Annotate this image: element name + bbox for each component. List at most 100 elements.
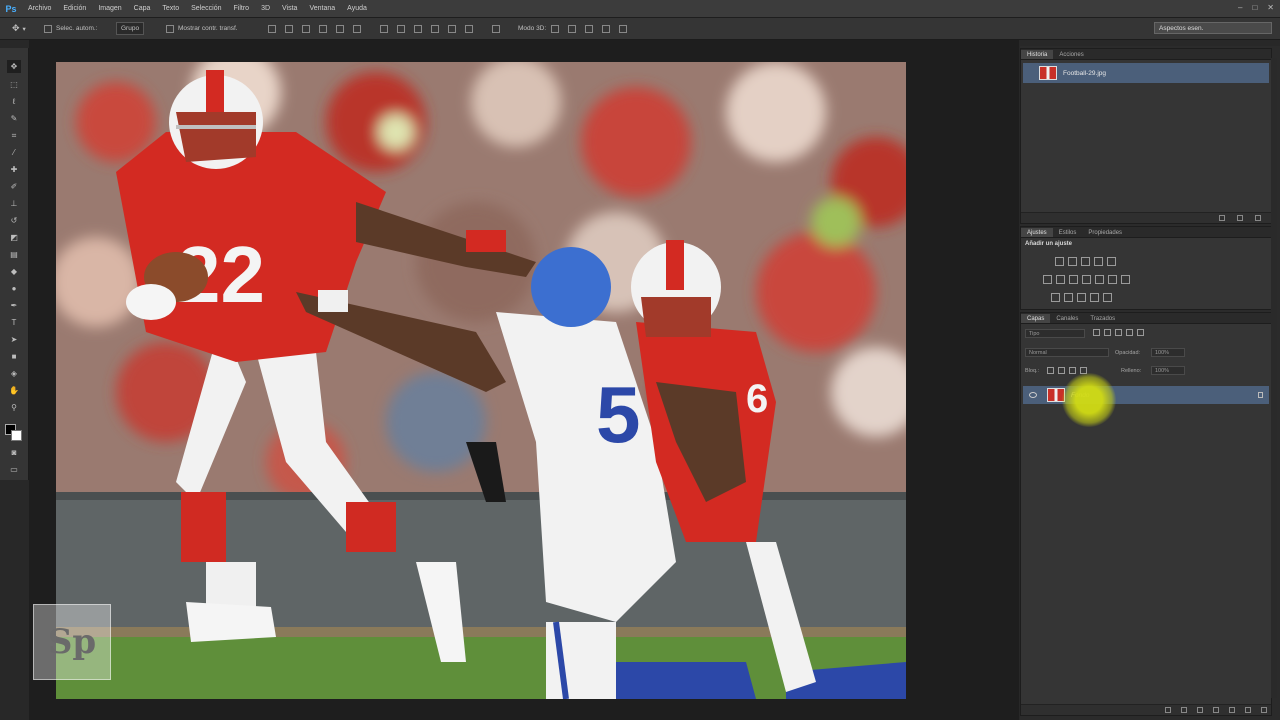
scale-3d-icon[interactable] (619, 24, 628, 33)
eraser-tool-icon[interactable]: ◩ (7, 231, 21, 244)
menu-ayuda[interactable]: Ayuda (341, 5, 373, 12)
curves-icon[interactable] (1081, 257, 1090, 266)
distribute-left-icon[interactable] (431, 24, 439, 33)
auto-select-option[interactable]: Selec. autom.: (44, 22, 98, 35)
tab-ajustes[interactable]: Ajustes (1021, 228, 1053, 237)
new-group-icon[interactable] (1229, 707, 1235, 713)
lock-position-icon[interactable] (1069, 367, 1076, 374)
lock-image-icon[interactable] (1058, 367, 1065, 374)
link-layers-icon[interactable] (1165, 707, 1171, 713)
align-top-icon[interactable] (268, 24, 276, 33)
blend-mode-dropdown[interactable]: Normal (1025, 348, 1109, 357)
levels-icon[interactable] (1068, 257, 1077, 266)
eyedropper-tool-icon[interactable]: ⁄ (7, 146, 21, 159)
screen-mode-icon[interactable]: ▭ (7, 463, 21, 476)
distribute-right-icon[interactable] (465, 24, 473, 33)
checkbox-icon[interactable] (166, 24, 174, 33)
tab-trazados[interactable]: Trazados (1084, 314, 1121, 323)
align-right-icon[interactable] (353, 24, 361, 33)
auto-select-dropdown[interactable]: Grupo (116, 22, 145, 35)
photo-filter-icon[interactable] (1082, 275, 1091, 284)
distribute-middle-icon[interactable] (397, 24, 405, 33)
layer-row-fondo[interactable]: Fondo (1023, 386, 1269, 404)
threshold-icon[interactable] (1077, 293, 1086, 302)
add-mask-icon[interactable] (1197, 707, 1203, 713)
layer-filter-dropdown[interactable]: Tipo (1025, 329, 1085, 338)
path-select-tool-icon[interactable]: ➤ (7, 333, 21, 346)
tab-canales[interactable]: Canales (1050, 314, 1084, 323)
move-tool-icon[interactable]: ✥ (7, 60, 21, 73)
hue-saturation-icon[interactable] (1043, 275, 1052, 284)
trash-icon[interactable] (1255, 215, 1261, 221)
background-color-swatch[interactable] (11, 430, 22, 441)
gradient-tool-icon[interactable]: ▤ (7, 248, 21, 261)
blur-tool-icon[interactable]: ◆ (7, 265, 21, 278)
history-brush-tool-icon[interactable]: ↺ (7, 214, 21, 227)
layer-style-icon[interactable] (1181, 707, 1187, 713)
quick-mask-icon[interactable]: ◙ (7, 446, 21, 459)
pen-tool-icon[interactable]: ✒ (7, 299, 21, 312)
dodge-tool-icon[interactable]: ● (7, 282, 21, 295)
crop-tool-icon[interactable]: ⌗ (7, 129, 21, 142)
new-snapshot-icon[interactable] (1237, 215, 1243, 221)
exposure-icon[interactable] (1094, 257, 1103, 266)
black-white-icon[interactable] (1069, 275, 1078, 284)
3d-tool-icon[interactable]: ◈ (7, 367, 21, 380)
show-transform-option[interactable]: Mostrar contr. transf. (166, 22, 238, 35)
menu-edicion[interactable]: Edición (57, 5, 92, 12)
menu-seleccion[interactable]: Selección (185, 5, 227, 12)
drag-3d-icon[interactable] (585, 24, 594, 33)
trash-icon[interactable] (1261, 707, 1267, 713)
auto-align-button[interactable] (492, 22, 504, 35)
tab-capas[interactable]: Capas (1021, 314, 1051, 323)
align-bottom-icon[interactable] (302, 24, 310, 33)
new-document-from-state-icon[interactable] (1219, 215, 1225, 221)
align-left-icon[interactable] (319, 24, 327, 33)
vibrance-icon[interactable] (1107, 257, 1116, 266)
eye-icon[interactable] (1029, 392, 1037, 398)
minimize-icon[interactable]: – (1238, 3, 1242, 12)
distribute-top-icon[interactable] (380, 24, 388, 33)
marquee-tool-icon[interactable]: ⬚ (7, 78, 21, 91)
new-adjustment-layer-icon[interactable] (1213, 707, 1219, 713)
tab-acciones[interactable]: Acciones (1053, 50, 1089, 59)
type-tool-icon[interactable]: T (7, 316, 21, 329)
posterize-icon[interactable] (1064, 293, 1073, 302)
lock-transparency-icon[interactable] (1047, 367, 1054, 374)
rotate-3d-icon[interactable] (551, 24, 560, 33)
move-tool-preset[interactable]: ✥ ▾ (12, 22, 26, 35)
maximize-icon[interactable]: □ (1252, 3, 1257, 12)
brush-tool-icon[interactable]: ✐ (7, 180, 21, 193)
workspace-select[interactable]: Aspectos esen. (1154, 22, 1272, 34)
shadows-highlights-icon[interactable] (1103, 293, 1112, 302)
roll-3d-icon[interactable] (568, 24, 577, 33)
document-canvas-image[interactable]: 22 5 6 (56, 62, 906, 699)
tab-estilos[interactable]: Estilos (1053, 228, 1083, 237)
tab-historia[interactable]: Historia (1021, 50, 1054, 59)
opacity-input[interactable]: 100% (1151, 348, 1185, 357)
fill-input[interactable]: 100% (1151, 366, 1185, 375)
menu-imagen[interactable]: Imagen (92, 5, 127, 12)
align-center-icon[interactable] (336, 24, 344, 33)
filter-adjustment-icon[interactable] (1104, 329, 1111, 336)
color-balance-icon[interactable] (1056, 275, 1065, 284)
menu-vista[interactable]: Vista (276, 5, 303, 12)
gradient-map-icon[interactable] (1121, 275, 1130, 284)
selective-color-icon[interactable] (1090, 293, 1099, 302)
new-layer-icon[interactable] (1245, 707, 1251, 713)
shape-tool-icon[interactable]: ■ (7, 350, 21, 363)
channel-mixer-icon[interactable] (1095, 275, 1104, 284)
invert-icon[interactable] (1051, 293, 1060, 302)
filter-pixel-icon[interactable] (1093, 329, 1100, 336)
lasso-tool-icon[interactable]: ℓ (7, 95, 21, 108)
clone-stamp-tool-icon[interactable]: ⊥ (7, 197, 21, 210)
close-icon[interactable]: ✕ (1267, 3, 1274, 12)
lock-all-icon[interactable] (1080, 367, 1087, 374)
distribute-center-icon[interactable] (448, 24, 456, 33)
filter-type-icon[interactable] (1115, 329, 1122, 336)
brightness-icon[interactable] (1055, 257, 1064, 266)
quick-select-tool-icon[interactable]: ✎ (7, 112, 21, 125)
menu-ventana[interactable]: Ventana (303, 5, 341, 12)
align-middle-icon[interactable] (285, 24, 293, 33)
menu-3d[interactable]: 3D (255, 5, 276, 12)
